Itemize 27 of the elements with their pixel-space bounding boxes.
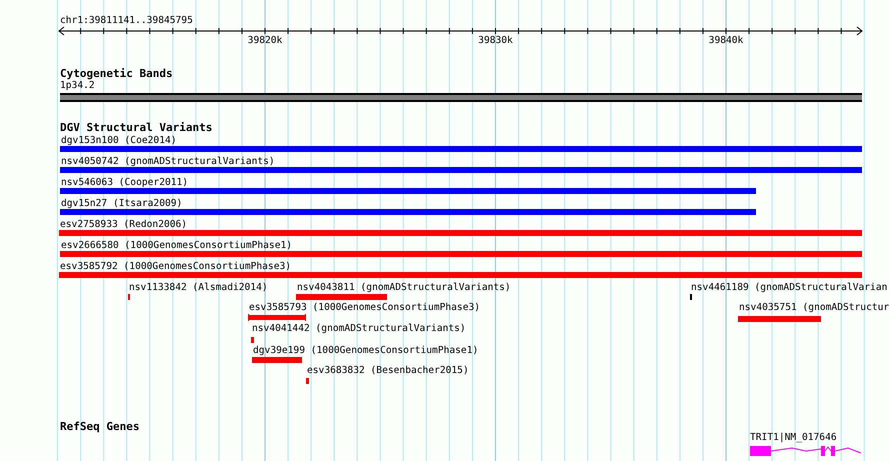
track-title: RefSeq Genes	[60, 421, 140, 433]
variant-label: esv3683832 (Besenbacher2015)	[307, 365, 469, 377]
variant-label: nsv546063 (Cooper2011)	[61, 177, 188, 189]
region-label: chr1:39811141..39845795	[60, 15, 193, 27]
variant-label: esv2758933 (Redon2006)	[60, 219, 188, 231]
variant-label: nsv4035751 (gnomADStructur	[739, 302, 890, 314]
variant-label: nsv4041442 (gnomADStructuralVariants)	[252, 323, 466, 335]
variant-label: dgv153n100 (Coe2014)	[61, 135, 177, 147]
tick-label: 39830k	[477, 35, 514, 47]
variant-label: esv3585793 (1000GenomesConsortiumPhase3)	[249, 302, 480, 314]
variant-label: esv3585792 (1000GenomesConsortiumPhase3)	[60, 261, 292, 273]
variant-label: esv2666580 (1000GenomesConsortiumPhase1)	[61, 240, 292, 252]
variant-label: nsv1133842 (Alsmadi2014)	[129, 282, 268, 294]
track-title: Cytogenetic Bands	[60, 68, 173, 80]
variant-label: dgv39e199 (1000GenomesConsortiumPhase1)	[253, 345, 478, 357]
tick-label: 39820k	[246, 35, 284, 47]
tick-label: 39840k	[708, 35, 744, 47]
variant-label: nsv4050742 (gnomADStructuralVariants)	[61, 156, 275, 168]
variant-bar[interactable]	[248, 314, 306, 321]
variant-label: nsv4461189 (gnomADStructuralVarian	[691, 282, 888, 294]
track-title: DGV Structural Variants	[60, 122, 212, 134]
gene-label: TRIT1|NM_017646	[750, 432, 837, 444]
gene-model-drawing[interactable]	[750, 445, 862, 457]
band-label: 1p34.2	[60, 80, 95, 92]
variant-label: nsv4043811 (gnomADStructuralVariants)	[297, 282, 511, 294]
cytoband-bar[interactable]	[60, 93, 862, 102]
variant-label: dgv15n27 (Itsara2009)	[61, 198, 182, 210]
